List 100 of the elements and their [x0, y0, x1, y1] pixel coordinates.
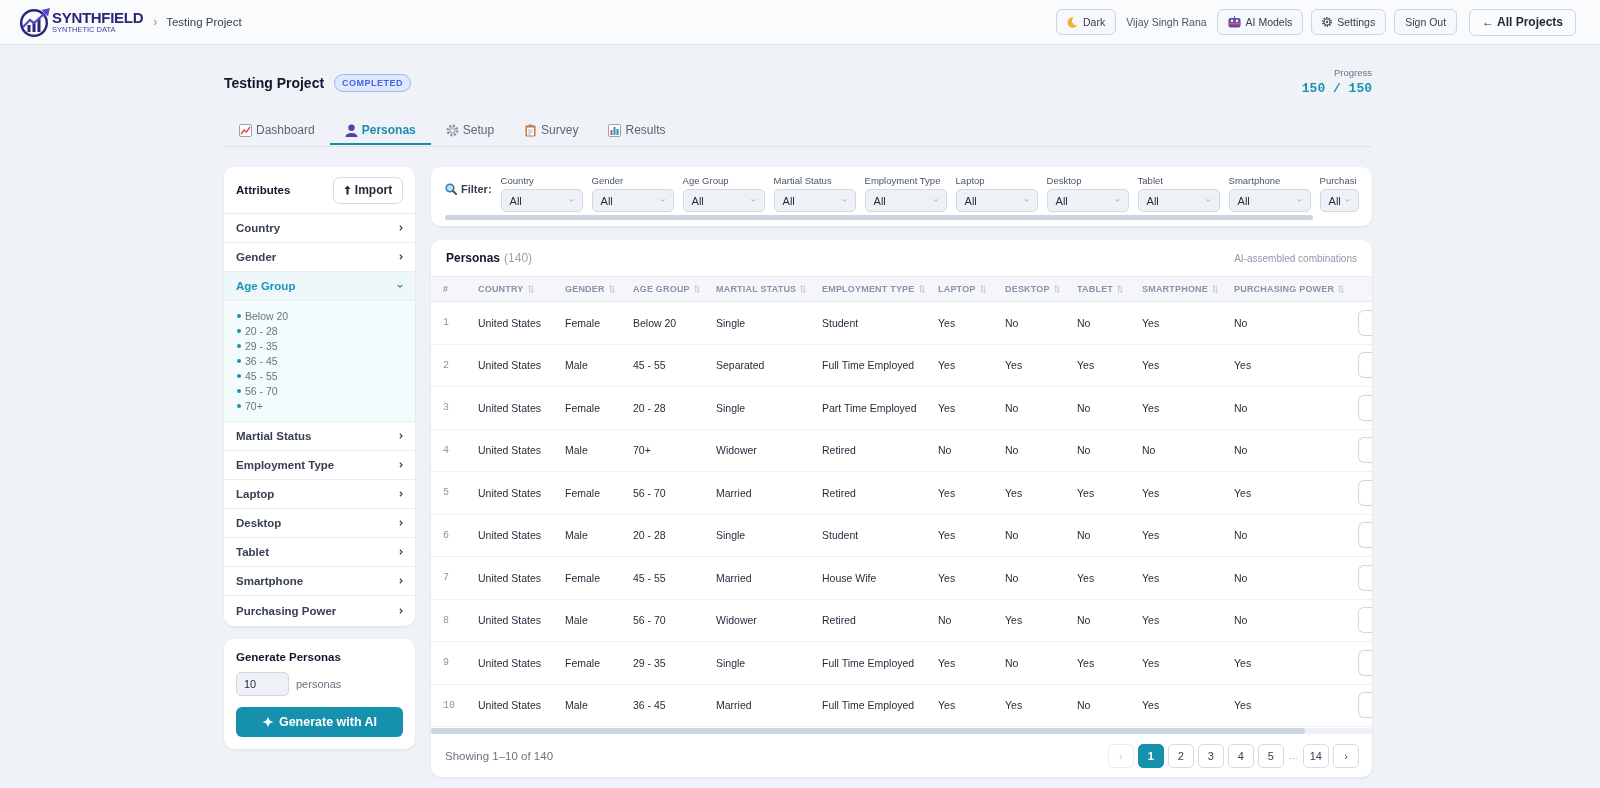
- table-cell-text: Yes: [937, 656, 957, 669]
- table-cell-text: Yes: [937, 401, 957, 414]
- filter-dropdown[interactable]: All: [864, 189, 947, 212]
- attribute-item[interactable]: Country: [224, 214, 415, 243]
- tab[interactable]: Dashboard: [224, 115, 330, 145]
- attribute-item[interactable]: Purchasing Power: [224, 596, 415, 626]
- filter-dropdown[interactable]: All: [1046, 189, 1129, 212]
- attribute-item[interactable]: Smartphone: [224, 567, 415, 596]
- table-cell-text: Married: [715, 699, 753, 712]
- next-page-button[interactable]: ›: [1333, 743, 1359, 768]
- table-cell-text: Yes: [937, 699, 957, 712]
- import-button[interactable]: Import: [333, 176, 403, 204]
- page-button[interactable]: 2: [1167, 743, 1194, 768]
- table-cell-text: No: [1233, 444, 1249, 457]
- table-cell-text: 29 - 35: [632, 656, 667, 669]
- table-cell-text: No: [1233, 401, 1249, 414]
- sparkle-icon: [261, 716, 274, 728]
- bullet-icon: [237, 328, 241, 333]
- row-action-button[interactable]: [1358, 352, 1372, 379]
- tab[interactable]: Setup: [430, 115, 510, 145]
- table-cell-text: Yes: [1141, 614, 1161, 627]
- table-cell-text: No: [1004, 571, 1020, 584]
- row-number: 7: [442, 572, 450, 584]
- table-cell-text: United States: [477, 359, 543, 372]
- tab[interactable]: Personas: [329, 115, 431, 145]
- theme-toggle-button[interactable]: Dark: [1056, 9, 1117, 35]
- table-cell-text: Yes: [1076, 656, 1096, 669]
- row-action-button[interactable]: [1358, 394, 1372, 421]
- row-action-button[interactable]: [1358, 692, 1372, 719]
- page-button[interactable]: 14: [1302, 743, 1329, 768]
- filter-dropdown[interactable]: All: [682, 189, 765, 212]
- attribute-value: 45 - 55: [245, 369, 278, 382]
- table-cell-text: United States: [477, 571, 543, 584]
- table-cell-text: United States: [477, 401, 543, 414]
- filter-dropdown[interactable]: All: [500, 189, 583, 212]
- sort-icon: [918, 285, 925, 293]
- bullet-icon: [237, 373, 241, 378]
- page-button[interactable]: 3: [1197, 743, 1224, 768]
- progress-value: 150 / 150: [1301, 80, 1372, 98]
- table-cell-text: No: [1233, 529, 1249, 542]
- row-action-button[interactable]: [1358, 564, 1372, 591]
- table-cell-text: House Wife: [821, 571, 878, 584]
- filter-dropdown[interactable]: All: [773, 189, 856, 212]
- filter-label: Martial Status: [773, 175, 832, 187]
- caret-down-icon: [750, 199, 756, 202]
- attribute-value: 36 - 45: [245, 354, 278, 367]
- sort-icon: [800, 285, 807, 293]
- settings-icon: [1322, 17, 1333, 27]
- filter-dropdown[interactable]: All: [591, 189, 674, 212]
- row-action-button[interactable]: [1358, 309, 1372, 336]
- status-badge: COMPLETED: [334, 74, 412, 92]
- row-number: 1: [442, 317, 450, 329]
- table-cell-text: 45 - 55: [632, 359, 667, 372]
- table-cell-text: No: [1076, 699, 1092, 712]
- ai-models-button[interactable]: AI Models: [1216, 9, 1304, 35]
- chevron-right-icon: [399, 225, 403, 231]
- tab[interactable]: Results: [593, 115, 681, 145]
- page-button[interactable]: 5: [1257, 743, 1284, 768]
- row-action-button[interactable]: [1358, 479, 1372, 506]
- settings-button[interactable]: Settings: [1311, 9, 1387, 35]
- filter-dropdown[interactable]: All: [1319, 189, 1359, 212]
- attribute-item[interactable]: Tablet: [224, 538, 415, 567]
- caret-down-icon: [841, 199, 847, 202]
- table-cell-text: Female: [564, 656, 601, 669]
- bullet-icon: [237, 403, 241, 408]
- sign-out-button[interactable]: Sign Out: [1394, 9, 1458, 35]
- row-number: 9: [442, 657, 450, 669]
- filter-dropdown[interactable]: All: [1228, 189, 1311, 212]
- generate-button[interactable]: Generate with AI: [236, 707, 403, 737]
- table-cell-text: Widower: [715, 444, 758, 457]
- filter-dropdown[interactable]: All: [1137, 189, 1220, 212]
- table-cell-text: Male: [564, 614, 589, 627]
- robot-icon: [1227, 16, 1241, 28]
- tab[interactable]: Survey: [509, 115, 594, 145]
- page-button[interactable]: 4: [1227, 743, 1254, 768]
- row-action-button[interactable]: [1358, 607, 1372, 634]
- row-number: 8: [442, 614, 450, 626]
- table-cell-text: Yes: [1141, 699, 1161, 712]
- filter-dropdown[interactable]: All: [955, 189, 1038, 212]
- count-input[interactable]: 10: [236, 672, 289, 696]
- attribute-item[interactable]: Martial Status: [224, 422, 415, 451]
- page-ellipsis: …: [1287, 750, 1299, 761]
- attribute-item[interactable]: Laptop: [224, 480, 415, 509]
- sort-icon: [608, 285, 615, 293]
- table-cell-text: No: [1076, 316, 1092, 329]
- chevron-right-icon: [399, 462, 403, 468]
- filter-label: Purchasi: [1319, 175, 1357, 187]
- table-cell-text: Male: [564, 699, 589, 712]
- scrollbar-thumb[interactable]: [445, 215, 1314, 220]
- table-cell-text: No: [1076, 529, 1092, 542]
- bullet-icon: [237, 343, 241, 348]
- caret-down-icon: [1114, 199, 1120, 202]
- attribute-item[interactable]: Desktop: [224, 509, 415, 538]
- attribute-item[interactable]: Employment Type: [224, 451, 415, 480]
- all-projects-button[interactable]: ← All Projects: [1469, 8, 1576, 36]
- row-action-button[interactable]: [1358, 649, 1372, 676]
- row-action-button[interactable]: [1358, 437, 1372, 464]
- row-action-button[interactable]: [1358, 522, 1372, 549]
- table-cell-text: Yes: [1233, 656, 1253, 669]
- page-button[interactable]: 1: [1137, 743, 1164, 768]
